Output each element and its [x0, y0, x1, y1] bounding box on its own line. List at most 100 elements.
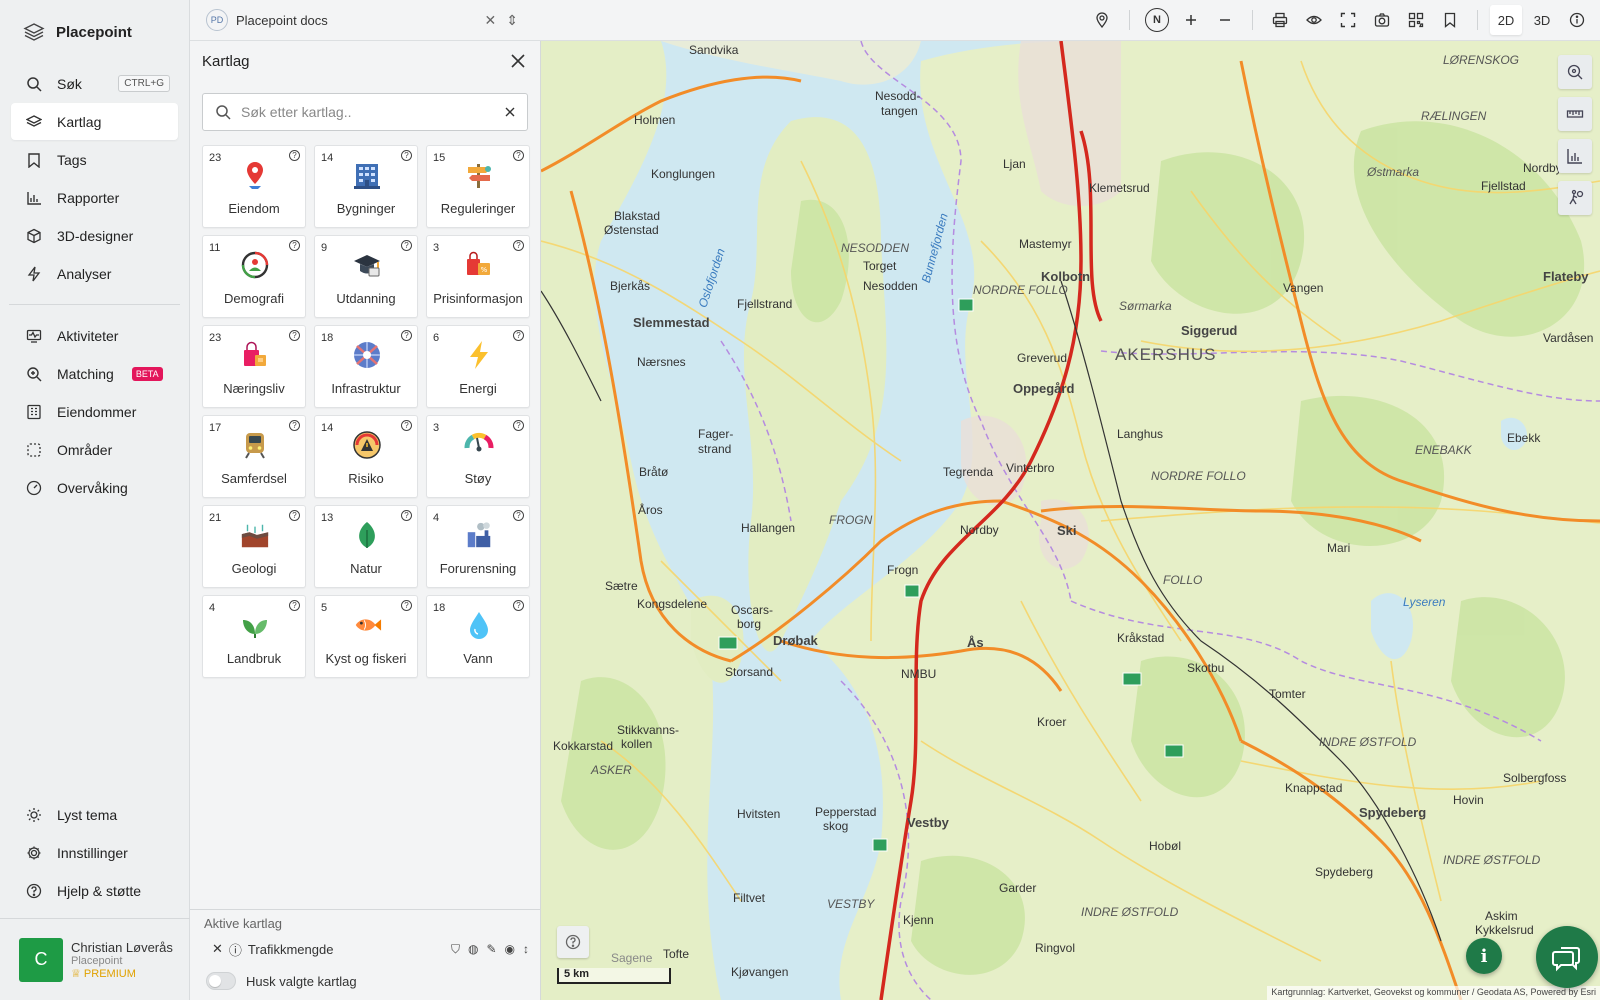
sidebar-item-aktiviteter[interactable]: Aktiviteter — [11, 317, 178, 354]
sidebar-item-tags[interactable]: Tags — [11, 141, 178, 178]
tile-help-icon[interactable]: ? — [289, 510, 300, 521]
sidebar-item-kartlag[interactable]: Kartlag — [11, 103, 178, 140]
remove-layer-icon[interactable]: ✕ — [212, 941, 223, 957]
tile-help-icon[interactable]: ? — [401, 240, 412, 251]
remember-layers-toggle[interactable] — [206, 972, 236, 990]
qr-code-icon[interactable] — [1401, 5, 1431, 35]
tile-help-icon[interactable]: ? — [513, 420, 524, 431]
document-tab[interactable]: PD Placepoint docs ✕ ⇕ — [190, 0, 530, 41]
measure-icon[interactable] — [1558, 97, 1592, 131]
visibility-icon[interactable]: ◉ — [505, 942, 515, 957]
sidebar-item-analyser[interactable]: Analyser — [11, 255, 178, 292]
camera-icon[interactable] — [1367, 5, 1397, 35]
bookmark-icon — [25, 151, 43, 169]
sidebar-item-matching[interactable]: Matching BETA — [11, 355, 178, 392]
tile-demografi[interactable]: 11 ? Demografi — [202, 235, 306, 318]
user-profile[interactable]: C Christian Løverås Placepoint ♕ PREMIUM — [0, 918, 190, 1000]
sidebar-item-overvaking[interactable]: Overvåking — [11, 469, 178, 506]
tile-naeringsliv[interactable]: 23 ? Næringsliv — [202, 325, 306, 408]
tile-samferdsel[interactable]: 17 ? Samferdsel — [202, 415, 306, 498]
tile-help-icon[interactable]: ? — [513, 240, 524, 251]
sidebar-item-hjelp[interactable]: Hjelp & støtte — [11, 872, 179, 909]
tile-help-icon[interactable]: ? — [401, 510, 412, 521]
active-layer-row[interactable]: ✕ ⓘ Trafikkmengde ⛉ ◍ ✎ ◉ ↕ — [190, 934, 541, 964]
tile-count: 18 — [433, 602, 446, 614]
tile-risiko[interactable]: 14 ? Risiko — [314, 415, 418, 498]
eye-icon[interactable] — [1299, 5, 1329, 35]
tile-forurensning[interactable]: 4 ? Forurensning — [426, 505, 530, 588]
bookmark-icon[interactable] — [1435, 5, 1465, 35]
close-document-icon[interactable]: ✕ — [485, 12, 497, 29]
sidebar-item-sok[interactable]: Søk CTRL+G — [11, 65, 178, 102]
tile-vann[interactable]: 18 ? Vann — [426, 595, 530, 678]
statistics-icon[interactable] — [1558, 139, 1592, 173]
sidebar-item-label: Lyst tema — [57, 806, 118, 823]
filter-icon[interactable]: ⛉ — [451, 942, 460, 957]
tile-count: 3 — [433, 422, 440, 434]
sidebar-item-3d-designer[interactable]: 3D-designer — [11, 217, 178, 254]
map-view[interactable]: Sandvika Nesodd- tangen LØRENSKOG RÆLING… — [541, 41, 1600, 1000]
tile-natur[interactable]: 13 ? Natur — [314, 505, 418, 588]
location-settings-icon[interactable] — [1087, 5, 1117, 35]
tile-eiendom[interactable]: 23 ? Eiendom — [202, 145, 306, 228]
tile-energi[interactable]: 6 ? Energi — [426, 325, 530, 408]
tile-infrastruktur[interactable]: 18 ? Infrastruktur — [314, 325, 418, 408]
print-icon[interactable] — [1265, 5, 1295, 35]
sidebar-item-innstillinger[interactable]: Innstillinger — [11, 834, 179, 871]
tile-help-icon[interactable]: ? — [289, 420, 300, 431]
tile-help-icon[interactable]: ? — [289, 330, 300, 341]
chat-button[interactable] — [1536, 926, 1598, 988]
tile-help-icon[interactable]: ? — [289, 600, 300, 611]
walking-distance-icon[interactable] — [1558, 181, 1592, 215]
info-icon[interactable] — [1562, 5, 1592, 35]
fullscreen-icon[interactable] — [1333, 5, 1363, 35]
tile-reguleringer[interactable]: 15 ? Reguleringer — [426, 145, 530, 228]
fish-icon — [352, 610, 382, 640]
sidebar-item-label: Tags — [57, 151, 87, 168]
view-2d-button[interactable]: 2D — [1490, 5, 1522, 35]
sidebar-item-lyst-tema[interactable]: Lyst tema — [11, 796, 179, 833]
close-icon[interactable] — [508, 51, 528, 71]
price-bags-icon: % — [464, 250, 494, 280]
zoom-in-button[interactable] — [1176, 5, 1206, 35]
tile-bygninger[interactable]: 14 ? Bygninger — [314, 145, 418, 228]
compass-button[interactable]: N — [1142, 5, 1172, 35]
info-button[interactable]: i — [1466, 938, 1502, 974]
sidebar-item-label: Innstillinger — [57, 844, 128, 861]
tile-kyst-og-fiskeri[interactable]: 5 ? Kyst og fiskeri — [314, 595, 418, 678]
sidebar-item-omrader[interactable]: Områder — [11, 431, 178, 468]
tile-help-icon[interactable]: ? — [513, 330, 524, 341]
view-3d-button[interactable]: 3D — [1526, 5, 1558, 35]
tile-help-icon[interactable]: ? — [513, 600, 524, 611]
app-brand[interactable]: Placepoint — [0, 0, 189, 64]
tile-help-icon[interactable]: ? — [513, 510, 524, 521]
sidebar-item-rapporter[interactable]: Rapporter — [11, 179, 178, 216]
sidebar-item-eiendommer[interactable]: Eiendommer — [11, 393, 178, 430]
tile-landbruk[interactable]: 4 ? Landbruk — [202, 595, 306, 678]
clear-search-icon[interactable] — [505, 107, 515, 117]
tile-geologi[interactable]: 21 ? Geologi — [202, 505, 306, 588]
zoom-out-button[interactable] — [1210, 5, 1240, 35]
edit-icon[interactable]: ✎ — [486, 942, 496, 957]
tile-help-icon[interactable]: ? — [401, 420, 412, 431]
search-input[interactable] — [241, 104, 495, 120]
expand-document-icon[interactable]: ⇕ — [506, 12, 518, 29]
tile-help-icon[interactable]: ? — [401, 330, 412, 341]
map-help-icon[interactable] — [557, 926, 589, 958]
tile-utdanning[interactable]: 9 ? Utdanning — [314, 235, 418, 318]
tile-help-icon[interactable]: ? — [289, 150, 300, 161]
nav-primary: Søk CTRL+G Kartlag Tags Rapporter 3D-des… — [0, 65, 189, 292]
tile-help-icon[interactable]: ? — [401, 600, 412, 611]
tile-help-icon[interactable]: ? — [289, 240, 300, 251]
tile-stoy[interactable]: 3 ? Støy — [426, 415, 530, 498]
tile-prisinformasjon[interactable]: 3 ? % Prisinformasjon — [426, 235, 530, 318]
tile-help-icon[interactable]: ? — [401, 150, 412, 161]
tile-help-icon[interactable]: ? — [513, 150, 524, 161]
reorder-icon[interactable]: ↕ — [523, 942, 529, 957]
help-icon — [25, 882, 43, 900]
user-name: Christian Løverås — [71, 939, 173, 955]
layer-help-icon[interactable]: ⓘ — [229, 940, 242, 959]
palette-icon[interactable]: ◍ — [468, 942, 478, 957]
infrastructure-icon — [352, 340, 382, 370]
search-area-icon[interactable] — [1558, 55, 1592, 89]
